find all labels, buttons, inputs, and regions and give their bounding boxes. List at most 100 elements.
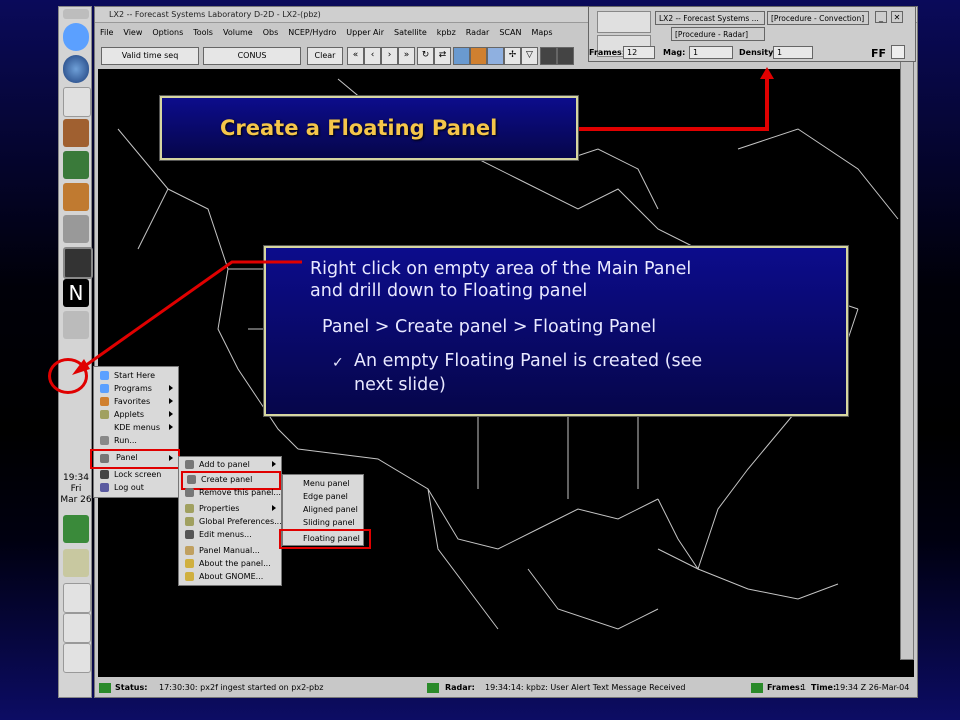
- about-icon: [185, 559, 194, 568]
- menu-item-global-preferences[interactable]: Global Preferences...: [179, 515, 282, 528]
- menu-item-aligned-panel[interactable]: Aligned panel: [283, 503, 363, 516]
- menu-volume[interactable]: Volume: [218, 24, 258, 42]
- menu-item-run[interactable]: Run...: [94, 434, 178, 447]
- create-panel-submenu: Menu panel Edge panel Aligned panel Slid…: [279, 474, 371, 549]
- gnome-about-icon: [185, 572, 194, 581]
- monitor-icon[interactable]: [63, 515, 89, 543]
- close-icon[interactable]: ✕: [891, 11, 903, 23]
- pen-icon[interactable]: [63, 549, 89, 577]
- add-icon: [185, 460, 194, 469]
- menu-item-about-panel[interactable]: About the panel...: [179, 557, 281, 570]
- vertical-scrollbar[interactable]: [900, 60, 914, 660]
- properties-icon: [185, 504, 194, 513]
- lock-icon: [100, 470, 109, 479]
- menu-item-about-gnome[interactable]: About GNOME...: [179, 570, 281, 583]
- menu-satellite[interactable]: Satellite: [389, 24, 432, 42]
- print-icon[interactable]: [470, 47, 487, 65]
- probe-icon[interactable]: ▽: [521, 47, 538, 65]
- panel-toggle-icon[interactable]: [891, 45, 905, 59]
- submenu-arrow-icon: [272, 505, 276, 511]
- question-icon[interactable]: [63, 183, 89, 211]
- menu-item-panel-manual[interactable]: Panel Manual...: [179, 544, 281, 557]
- frames-status-label: Frames:: [767, 683, 804, 692]
- notes-icon[interactable]: [63, 119, 89, 147]
- submenu-arrow-icon: [169, 455, 173, 461]
- frames-label: Frames:: [589, 48, 626, 57]
- instruction-result-2: next slide): [354, 375, 446, 395]
- menu-maps[interactable]: Maps: [526, 24, 557, 42]
- workspace-2[interactable]: [63, 613, 91, 643]
- proc-window-title[interactable]: LX2 -- Forecast Systems ...: [655, 11, 765, 25]
- clock-time: 19:34: [63, 473, 89, 483]
- menu-item-sliding-panel[interactable]: Sliding panel: [283, 516, 363, 529]
- menu-item-menu-panel[interactable]: Menu panel: [283, 477, 363, 490]
- menu-item-remove-panel[interactable]: Remove this panel...: [179, 486, 281, 499]
- menu-upper-air[interactable]: Upper Air: [341, 24, 389, 42]
- layout-icon-1[interactable]: [540, 47, 557, 65]
- first-frame-icon[interactable]: «: [347, 47, 364, 65]
- next-frame-icon[interactable]: ›: [381, 47, 398, 65]
- menu-item-applets[interactable]: Applets: [94, 408, 178, 421]
- scale-combo[interactable]: CONUS: [203, 47, 301, 65]
- menu-options[interactable]: Options: [147, 24, 188, 42]
- swap-icon[interactable]: ⇄: [434, 47, 451, 65]
- map-icon[interactable]: [63, 151, 89, 179]
- menu-obs[interactable]: Obs: [258, 24, 284, 42]
- menu-item-properties[interactable]: Properties: [179, 502, 281, 515]
- submenu-arrow-icon: [169, 424, 173, 430]
- radar-label: Radar:: [445, 683, 475, 692]
- clock-date: Mar 26: [60, 495, 92, 505]
- menu-ncep-hydro[interactable]: NCEP/Hydro: [283, 24, 341, 42]
- status-label: Status:: [115, 683, 148, 692]
- mag-combo[interactable]: 1: [689, 46, 733, 59]
- menu-item-start-here[interactable]: Start Here: [94, 369, 178, 382]
- run-icon: [100, 436, 109, 445]
- layout-icon-2[interactable]: [557, 47, 574, 65]
- menu-item-floating-panel[interactable]: Floating panel: [279, 529, 371, 549]
- menu-item-favorites[interactable]: Favorites: [94, 395, 178, 408]
- submenu-arrow-icon: [169, 385, 173, 391]
- tab-convection[interactable]: [Procedure - Convection]: [767, 11, 869, 25]
- globe-icon[interactable]: [63, 55, 89, 83]
- menu-file[interactable]: File: [95, 24, 118, 42]
- gnome-icon: [100, 371, 109, 380]
- menu-item-programs[interactable]: Programs: [94, 382, 178, 395]
- frames-combo[interactable]: 12: [623, 46, 655, 59]
- proc-thumb-1[interactable]: [597, 11, 651, 33]
- help-icon[interactable]: [63, 87, 91, 117]
- loop-icon[interactable]: ↻: [417, 47, 434, 65]
- panel-hide-button[interactable]: [63, 9, 89, 19]
- menu-item-log-out[interactable]: Log out: [94, 481, 178, 494]
- density-combo[interactable]: 1: [773, 46, 813, 59]
- edit-icon: [185, 530, 194, 539]
- menu-radar[interactable]: Radar: [461, 24, 495, 42]
- menu-item-edge-panel[interactable]: Edge panel: [283, 490, 363, 503]
- menu-kpbz[interactable]: kpbz: [432, 24, 461, 42]
- clear-button[interactable]: Clear: [307, 47, 343, 65]
- menu-item-edit-menus[interactable]: Edit menus...: [179, 528, 281, 541]
- submenu-arrow-icon: [169, 411, 173, 417]
- valid-time-combo[interactable]: Valid time seq: [101, 47, 199, 65]
- workspace-1[interactable]: [63, 583, 91, 613]
- menu-item-lock-screen[interactable]: Lock screen: [94, 468, 178, 481]
- menu-view[interactable]: View: [118, 24, 147, 42]
- prev-frame-icon[interactable]: ‹: [364, 47, 381, 65]
- ff-label[interactable]: FF: [871, 47, 886, 60]
- mouse-icon[interactable]: [63, 215, 89, 243]
- gnome-foot-icon[interactable]: [63, 23, 89, 51]
- status-led: [99, 683, 111, 693]
- pan-icon[interactable]: ✢: [504, 47, 521, 65]
- density-label: Density:: [739, 48, 777, 57]
- last-frame-icon[interactable]: »: [398, 47, 415, 65]
- menu-scan[interactable]: SCAN: [494, 24, 526, 42]
- menu-item-kde-menus[interactable]: KDE menus: [94, 421, 178, 434]
- instruction-line-2: and drill down to Floating panel: [310, 281, 588, 301]
- menu-item-add-to-panel[interactable]: Add to panel: [179, 458, 281, 471]
- zoom-icon[interactable]: [487, 47, 504, 65]
- tab-radar[interactable]: [Procedure - Radar]: [671, 27, 765, 41]
- image-icon[interactable]: [453, 47, 470, 65]
- menu-tools[interactable]: Tools: [188, 24, 218, 42]
- minimize-icon[interactable]: _: [875, 11, 887, 23]
- menu-item-panel[interactable]: Panel: [90, 449, 180, 469]
- workspace-3[interactable]: [63, 643, 91, 673]
